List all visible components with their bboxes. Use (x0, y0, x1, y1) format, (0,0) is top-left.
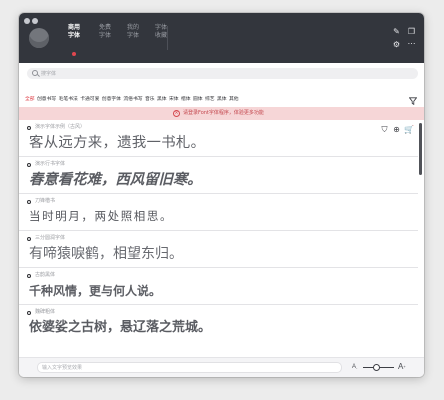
category-item[interactable]: 宋体 (169, 96, 179, 104)
edit-icon[interactable]: ✎ (392, 28, 401, 36)
tab-free-fonts[interactable]: 免费字体 (97, 24, 113, 40)
font-size-slider-handle[interactable] (373, 364, 381, 371)
font-list-item[interactable]: 古韵黑体 千种风情，更与何人说。 (19, 269, 418, 305)
font-list-item[interactable]: 演示字体示例（古风） ⛉ ⊕ 🛒 客从远方来，遗我一书札。 (19, 121, 418, 157)
login-notice-text: 请登录Font字体程序，体验更多功能 (183, 110, 264, 116)
avatar[interactable] (29, 28, 49, 48)
font-name: 古韵黑体 (35, 272, 56, 278)
top-bar: 商用字体 免费字体 我的字体 字体收藏 ✎ ❐ ⚙ ⋯ (19, 13, 424, 63)
window-minimize-button[interactable] (32, 18, 38, 24)
more-icon[interactable]: ⋯ (407, 40, 416, 48)
category-item[interactable]: 黑体 (157, 96, 167, 104)
filter-icon[interactable] (409, 97, 417, 105)
font-name: 三分圆润字体 (35, 235, 66, 241)
radio-icon[interactable] (27, 237, 31, 241)
close-circle-icon: × (173, 110, 180, 117)
font-name: 魏碑粗体 (35, 309, 56, 315)
category-item[interactable]: 综艺 (205, 96, 215, 104)
font-list-item[interactable]: 三分圆润字体 有啼猿唳鹤，相望东归。 (19, 232, 418, 268)
font-sample-text: 依婆娑之古树，悬辽落之荒城。 (29, 320, 212, 335)
font-actions: ⛉ ⊕ 🛒 (380, 125, 416, 135)
category-item[interactable]: 其他 (229, 96, 239, 104)
login-notice-banner[interactable]: × 请登录Font字体程序，体验更多功能 (19, 107, 424, 120)
font-list: 演示字体示例（古风） ⛉ ⊕ 🛒 客从远方来，遗我一书札。 演示行书字体 春意看… (19, 121, 418, 353)
tab-my-fonts[interactable]: 我的字体 (125, 24, 141, 40)
category-item[interactable]: 音乐 (145, 96, 155, 104)
font-sample-text: 客从远方来，遗我一书札。 (29, 135, 206, 151)
search-icon (32, 70, 38, 76)
list-scrollbar[interactable] (418, 121, 424, 353)
app-window: 商用字体 免费字体 我的字体 字体收藏 ✎ ❐ ⚙ ⋯ 全部创意书写毛笔书法卡通… (19, 13, 424, 377)
size-plus-sign: + (403, 364, 406, 369)
category-item[interactable]: 圆体 (193, 96, 203, 104)
category-item[interactable]: 黑体 (217, 96, 227, 104)
category-all[interactable]: 全部 (25, 96, 35, 104)
active-tab-indicator (72, 52, 76, 56)
radio-icon[interactable] (27, 274, 31, 278)
font-size-increase-button[interactable]: A+ (398, 361, 406, 372)
preview-input[interactable] (42, 363, 337, 372)
tab-divider (167, 26, 168, 50)
category-item[interactable]: 流俗书写 (123, 96, 142, 104)
shield-icon[interactable]: ⛉ (380, 125, 389, 135)
size-minus-sign: - (356, 365, 358, 370)
category-bar: 全部 创意书写 毛笔书法 卡通可爱 创意字体 流俗书写 音乐 黑体 宋体 楷体 圆体 综艺 黑体 其他 (25, 96, 405, 104)
add-circle-icon[interactable]: ⊕ (392, 125, 401, 135)
settings-icon[interactable]: ⚙ (392, 41, 401, 49)
font-list-item[interactable]: 魏碑粗体 依婆娑之古树，悬辽落之荒城。 (19, 306, 418, 342)
font-name: 刀锋楷书 (35, 198, 56, 204)
radio-icon[interactable] (27, 163, 31, 167)
font-sample-text: 有啼猿唳鹤，相望东归。 (29, 246, 183, 262)
font-list-item[interactable]: 演示行书字体 春意看花难，西风留旧寒。 (19, 158, 418, 194)
font-sample-text: 当时明月，两处照相思。 (29, 211, 174, 223)
search-input[interactable] (41, 68, 411, 79)
font-name: 演示行书字体 (35, 161, 66, 167)
tab-commercial-fonts[interactable]: 商用字体 (66, 24, 82, 40)
radio-icon[interactable] (27, 311, 31, 315)
category-item[interactable]: 创意书写 (37, 96, 56, 104)
category-item[interactable]: 卡通可爱 (80, 96, 99, 104)
font-list-item[interactable]: 刀锋楷书 当时明月，两处照相思。 (19, 195, 418, 231)
font-sample-text: 千种风情，更与何人说。 (29, 284, 162, 298)
font-name: 演示字体示例（古风） (35, 124, 86, 130)
category-item[interactable]: 楷体 (181, 96, 191, 104)
category-item[interactable]: 创意字体 (102, 96, 121, 104)
copy-icon[interactable]: ❐ (407, 28, 416, 36)
window-close-button[interactable] (24, 18, 30, 24)
font-size-decrease-button[interactable]: A- (352, 363, 357, 372)
cart-icon[interactable]: 🛒 (404, 125, 414, 135)
preview-text-field[interactable] (37, 362, 342, 373)
scrollbar-thumb[interactable] (419, 123, 422, 175)
radio-icon[interactable] (27, 200, 31, 204)
font-sample-text: 春意看花难，西风留旧寒。 (29, 171, 202, 188)
search-bar[interactable] (27, 68, 418, 79)
bottom-bar: A- A+ (19, 357, 424, 377)
category-item[interactable]: 毛笔书法 (59, 96, 78, 104)
radio-icon[interactable] (27, 126, 31, 130)
